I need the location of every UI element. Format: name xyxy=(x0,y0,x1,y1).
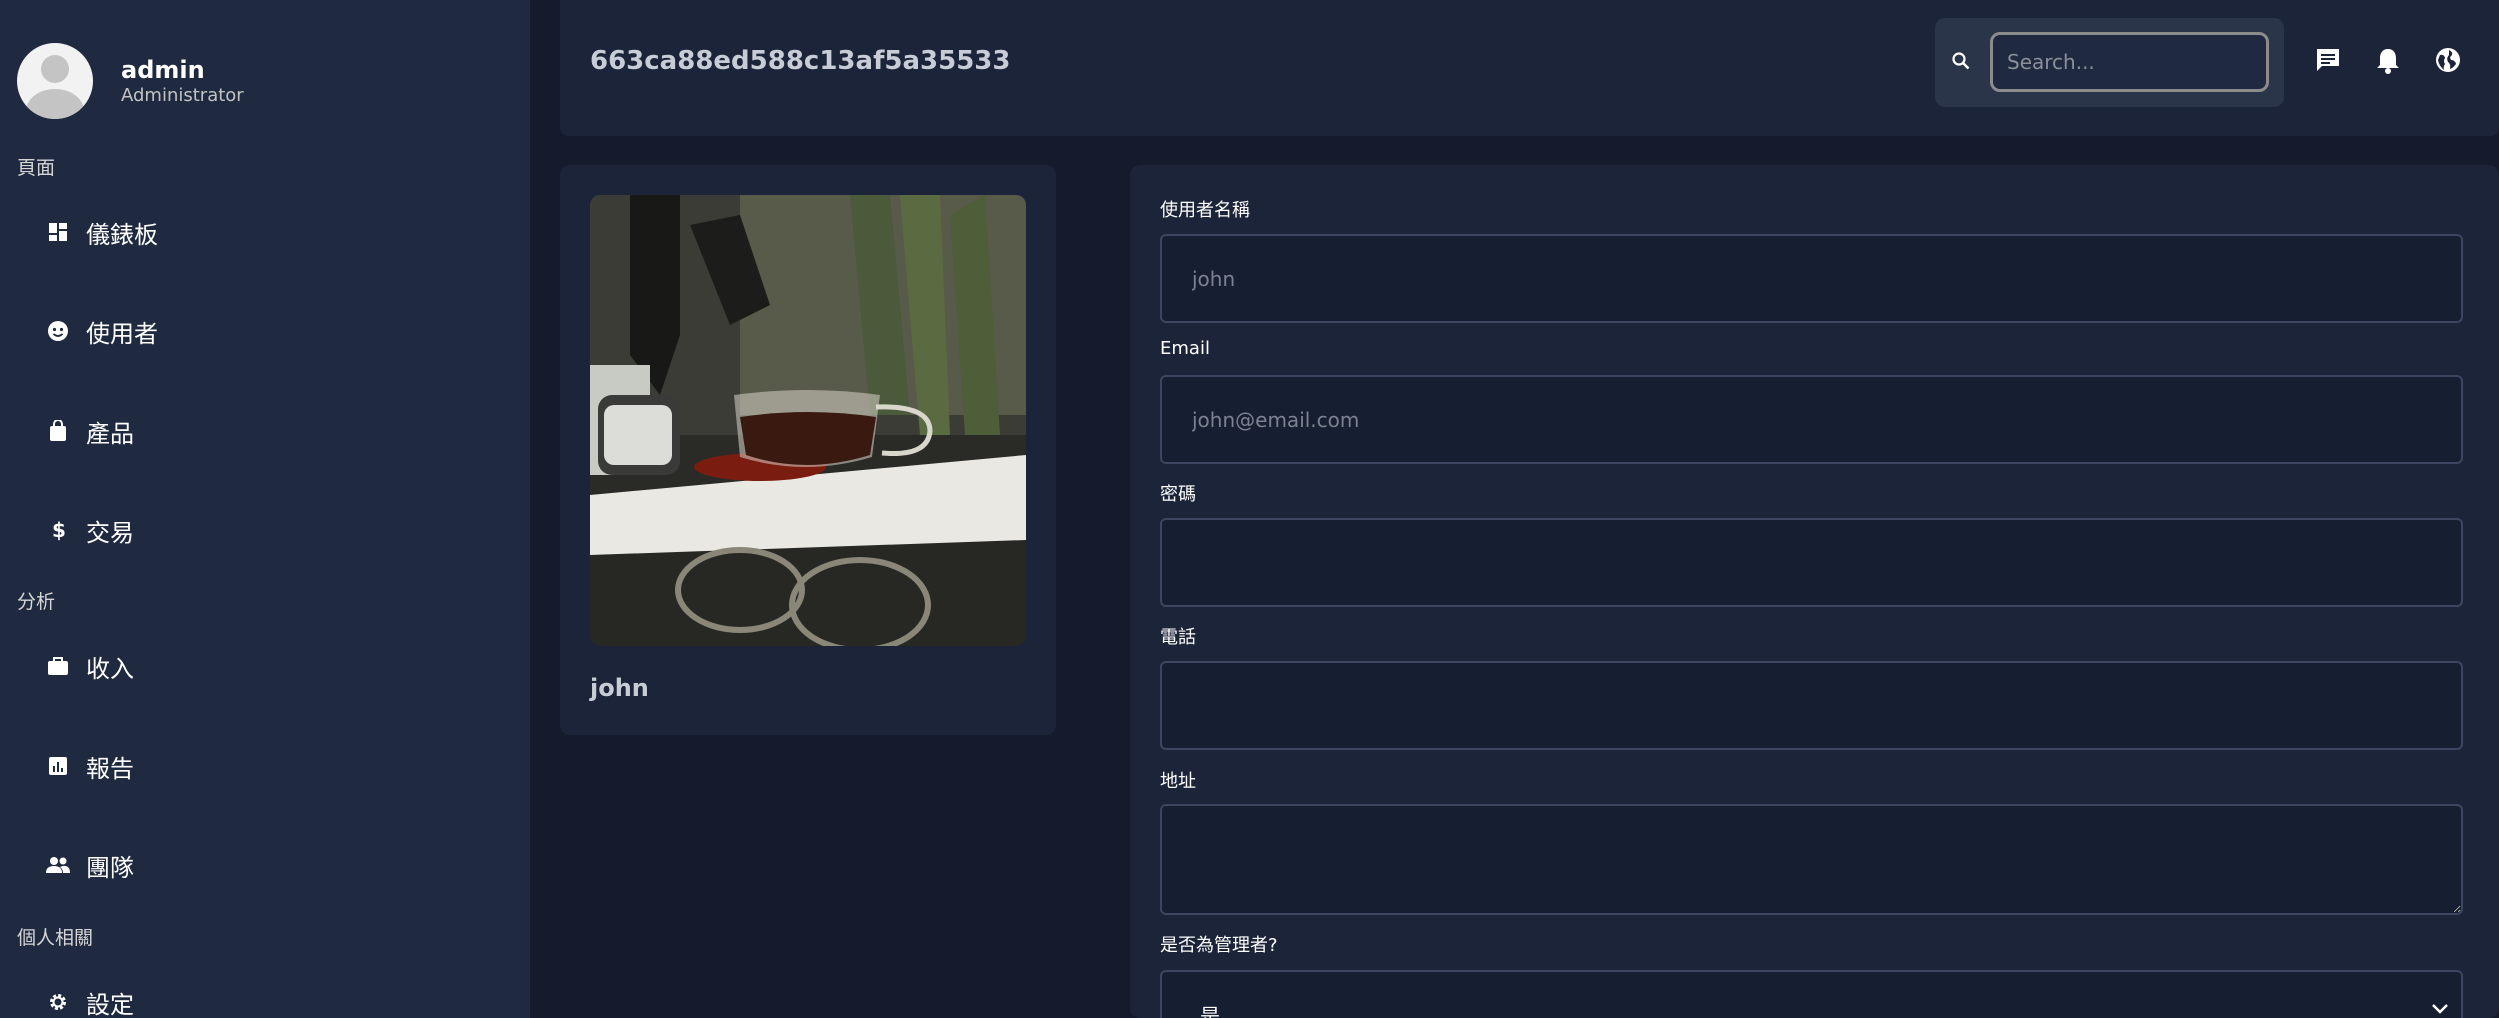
sidebar-item-transactions[interactable]: $ 交易 xyxy=(46,510,134,550)
sidebar-item-label: 團隊 xyxy=(86,853,134,882)
phone-field[interactable] xyxy=(1160,661,2463,750)
sidebar-item-dashboard[interactable]: 儀錶板 xyxy=(46,212,158,252)
username-label: 使用者名稱 xyxy=(1160,200,1250,221)
shopping-bag-icon xyxy=(46,419,70,443)
user-image-card: john xyxy=(560,165,1056,735)
address-label: 地址 xyxy=(1160,771,1196,792)
topbar: 663ca88ed588c13af5a35533 xyxy=(560,0,2499,136)
avatar xyxy=(17,43,93,119)
sidebar-item-label: 設定 xyxy=(86,990,134,1018)
phone-label: 電話 xyxy=(1160,627,1196,648)
user-name: admin xyxy=(121,56,205,84)
sidebar-item-label: 產品 xyxy=(86,419,134,448)
password-field[interactable] xyxy=(1160,518,2463,607)
gear-icon xyxy=(46,990,70,1014)
section-title-pages: 頁面 xyxy=(17,157,56,179)
sidebar-item-label: 報告 xyxy=(86,754,134,783)
user-role: Administrator xyxy=(121,85,244,106)
user-photo[interactable] xyxy=(590,195,1026,646)
briefcase-icon xyxy=(46,654,70,678)
sidebar-item-reports[interactable]: 報告 xyxy=(46,746,134,786)
app: admin Administrator 頁面 儀錶板 使用者 產品 $ 交易 分… xyxy=(0,0,2499,1018)
svg-text:$: $ xyxy=(52,519,66,541)
sidebar-item-users[interactable]: 使用者 xyxy=(46,311,158,351)
address-field[interactable] xyxy=(1160,804,2463,915)
sidebar-item-label: 使用者 xyxy=(86,319,158,348)
search-icon[interactable] xyxy=(1951,51,1971,75)
sidebar-item-label: 儀錶板 xyxy=(86,220,158,249)
report-chart-icon xyxy=(46,754,70,778)
email-label: Email xyxy=(1160,338,1210,359)
admin-select-value: 是 xyxy=(1200,1004,1220,1018)
sidebar-item-label: 交易 xyxy=(86,518,134,547)
face-icon xyxy=(46,319,70,343)
admin-select-label: 是否為管理者? xyxy=(1160,935,1278,956)
username-field[interactable] xyxy=(1160,234,2463,323)
chevron-down-icon xyxy=(2431,1000,2449,1018)
email-field[interactable] xyxy=(1160,375,2463,464)
globe-icon[interactable] xyxy=(2433,45,2463,75)
section-title-personal: 個人相關 xyxy=(17,927,94,949)
search-box xyxy=(1935,18,2284,107)
password-label: 密碼 xyxy=(1160,484,1196,505)
user-edit-form: 使用者名稱 Email 密碼 電話 地址 是否為管理者? 是 xyxy=(1130,165,2499,1018)
sidebar: admin Administrator 頁面 儀錶板 使用者 產品 $ 交易 分… xyxy=(0,0,530,1018)
chat-icon[interactable] xyxy=(2313,45,2343,75)
search-input[interactable] xyxy=(1990,32,2269,92)
sidebar-item-team[interactable]: 團隊 xyxy=(46,845,134,885)
sidebar-item-products[interactable]: 產品 xyxy=(46,411,134,451)
dollar-icon: $ xyxy=(46,518,70,542)
dashboard-icon xyxy=(46,220,70,244)
people-icon xyxy=(46,853,70,877)
admin-select[interactable]: 是 xyxy=(1160,970,2463,1018)
bell-icon[interactable] xyxy=(2373,45,2403,75)
user-profile: admin Administrator xyxy=(17,43,244,119)
sidebar-item-income[interactable]: 收入 xyxy=(46,646,134,686)
sidebar-item-settings[interactable]: 設定 xyxy=(46,982,134,1018)
user-display-name: john xyxy=(590,674,649,702)
section-title-analytics: 分析 xyxy=(17,591,56,613)
sidebar-item-label: 收入 xyxy=(86,654,134,683)
page-title: 663ca88ed588c13af5a35533 xyxy=(590,46,1011,76)
